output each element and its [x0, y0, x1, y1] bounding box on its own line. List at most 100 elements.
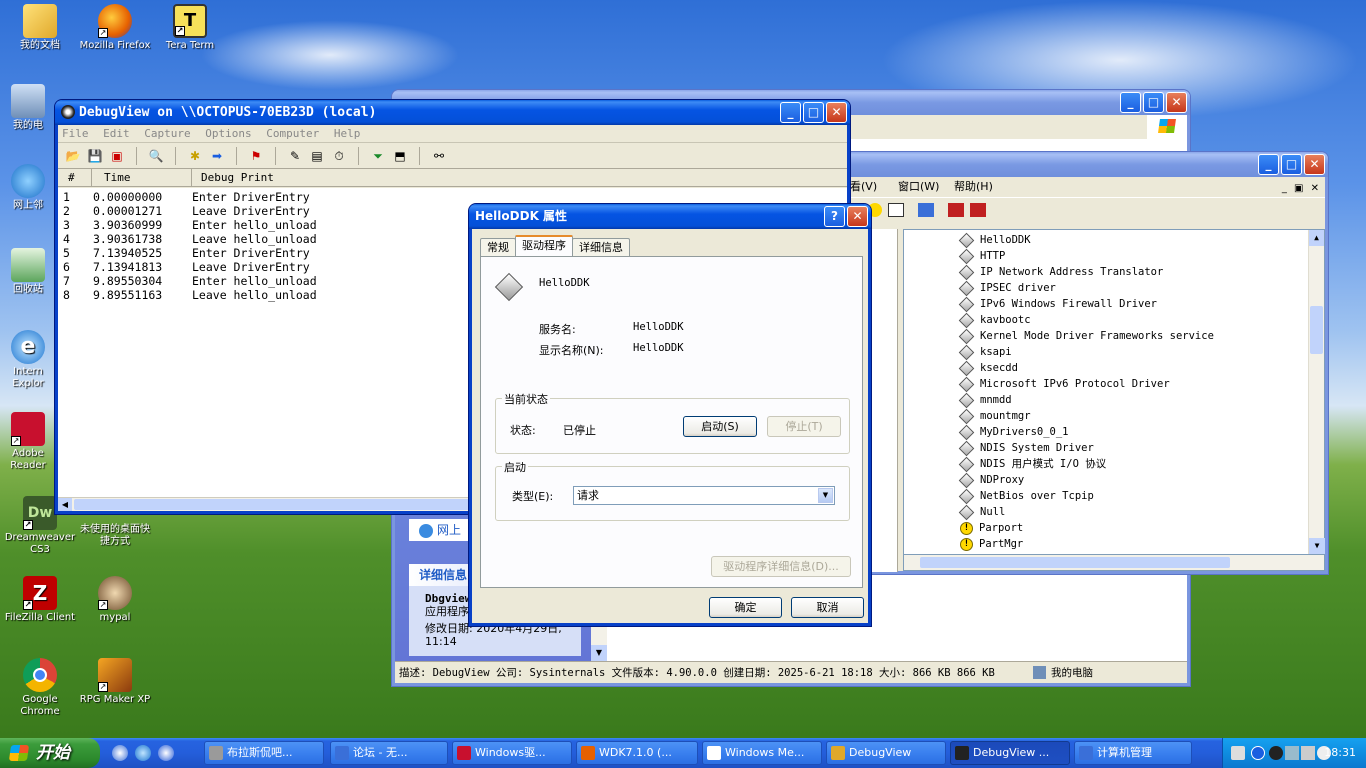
device-tree-item[interactable]: NDIS System Driver	[958, 440, 1214, 456]
dialog-titlebar[interactable]: HelloDDK 属性 ? ✕	[469, 204, 871, 229]
highlight-icon[interactable]: ✎	[286, 147, 304, 165]
device-manager-window[interactable]: _ □ ✕ 看(V) 窗口(W) 帮助(H) _ ▣ ✕ HelloDDK HTT…	[848, 152, 1328, 574]
menu-help[interactable]: Help	[334, 127, 361, 140]
close-button[interactable]: ✕	[1166, 92, 1187, 113]
device-tree-item[interactable]: Kernel Mode Driver Frameworks service	[958, 328, 1214, 344]
tab-details[interactable]: 详细信息	[572, 238, 630, 256]
taskbar-button[interactable]: WDK7.1.0 (...	[576, 741, 698, 765]
forward-icon[interactable]: ➡	[208, 147, 226, 165]
find-icon[interactable]: 🔍	[147, 147, 165, 165]
device-tree-item[interactable]: Microsoft IPv6 Protocol Driver	[958, 376, 1214, 392]
clear-icon[interactable]: ▣	[108, 147, 126, 165]
minimize-button[interactable]: _	[1258, 154, 1279, 175]
scan-hardware-icon[interactable]	[918, 203, 934, 217]
maximize-button[interactable]: □	[1143, 92, 1164, 113]
desktop-icon-my-documents[interactable]: 我的文档	[2, 4, 78, 52]
taskbar-button[interactable]: 论坛 - 无...	[330, 741, 448, 765]
open-icon[interactable]: 📂	[64, 147, 82, 165]
column-time[interactable]: Time	[92, 169, 192, 186]
device-tree-item[interactable]: ksecdd	[958, 360, 1214, 376]
device-tree-item[interactable]: IP Network Address Translator	[958, 264, 1214, 280]
device-tree-item[interactable]: HelloDDK	[958, 232, 1214, 248]
close-button[interactable]: ✕	[847, 206, 868, 227]
ie-quicklaunch-icon[interactable]	[135, 745, 151, 761]
device-tree-item[interactable]: Null	[958, 504, 1214, 520]
device-tree-item[interactable]: NetBios over Tcpip	[958, 488, 1214, 504]
startup-type-select[interactable]: 请求 ▼	[573, 486, 835, 505]
options-icon[interactable]: ▤	[308, 147, 326, 165]
minimize-button[interactable]: _	[1120, 92, 1141, 113]
device-tree-item[interactable]: ! PartMgr	[958, 536, 1214, 552]
device-tree-item[interactable]: ! Parport	[958, 520, 1214, 536]
desktop-icon-recycle-bin[interactable]: 回收站	[2, 248, 54, 296]
menu-capture[interactable]: Capture	[144, 127, 190, 140]
device-tree-item[interactable]: MyDrivers0_0_1	[958, 424, 1214, 440]
clock[interactable]: 18:31	[1324, 738, 1356, 768]
expand-tray-icon[interactable]	[1251, 746, 1265, 760]
stop-button[interactable]: 停止(T)	[767, 416, 841, 437]
device-tree-item[interactable]: HTTP	[958, 248, 1214, 264]
keyboard-icon[interactable]	[1231, 746, 1245, 760]
menu-view[interactable]: 看(V)	[850, 177, 877, 197]
desktop-icon-ie[interactable]: e Intern Explor	[2, 330, 54, 390]
disable-icon[interactable]	[970, 203, 986, 217]
media-player-quicklaunch-icon[interactable]	[158, 745, 174, 761]
maximize-button[interactable]: □	[1281, 154, 1302, 175]
start-button[interactable]: 开始	[0, 738, 100, 768]
tab-driver[interactable]: 驱动程序	[515, 235, 573, 256]
scroll-left-icon[interactable]: ◀	[58, 498, 72, 511]
menu-computer[interactable]: Computer	[266, 127, 319, 140]
device-tree-item[interactable]: mountmgr	[958, 408, 1214, 424]
taskbar-button[interactable]: DebugView ...	[950, 741, 1070, 765]
device-tree-item[interactable]: IPSEC driver	[958, 280, 1214, 296]
volume-icon[interactable]	[1301, 746, 1315, 760]
device-tree-item[interactable]: IPv6 Windows Firewall Driver	[958, 296, 1214, 312]
properties-dialog[interactable]: HelloDDK 属性 ? ✕ 常规 驱动程序 详细信息 HelloDDK 服务…	[469, 204, 871, 626]
ok-button[interactable]: 确定	[709, 597, 782, 618]
maximize-button[interactable]: □	[803, 102, 824, 123]
taskbar-button[interactable]: 布拉斯侃吧...	[204, 741, 324, 765]
desktop-icon-network[interactable]: 网上邻	[2, 164, 54, 212]
network-tray-icon[interactable]	[1285, 746, 1299, 760]
driver-details-button[interactable]: 驱动程序详细信息(D)...	[711, 556, 851, 577]
mdi-controls[interactable]: _ ▣ ✕	[1282, 179, 1321, 199]
column-debug-print[interactable]: Debug Print	[192, 169, 847, 186]
desktop-icon-firefox[interactable]: ↗ Mozilla Firefox	[77, 4, 153, 52]
device-tree-item[interactable]: mnmdd	[958, 392, 1214, 408]
close-button[interactable]: ✕	[826, 102, 847, 123]
menu-options[interactable]: Options	[205, 127, 251, 140]
filter-icon[interactable]: ⏷	[369, 147, 387, 165]
tree-vertical-scrollbar[interactable]: ▲ ▼	[1308, 230, 1325, 554]
chevron-down-icon[interactable]: ▼	[818, 488, 833, 503]
desktop-icon-rpg-maker[interactable]: ↗ RPG Maker XP	[77, 658, 153, 706]
scroll-down-icon[interactable]: ▼	[1309, 538, 1325, 554]
device-manager-titlebar[interactable]: _ □ ✕	[848, 152, 1328, 177]
binoculars-icon[interactable]: ⚯	[430, 147, 448, 165]
taskbar-button[interactable]: DebugView	[826, 741, 946, 765]
save-icon[interactable]: 💾	[86, 147, 104, 165]
tab-general[interactable]: 常规	[480, 238, 516, 256]
taskbar-button[interactable]: Windows驱...	[452, 741, 572, 765]
minimize-button[interactable]: _	[780, 102, 801, 123]
menu-file[interactable]: File	[62, 127, 89, 140]
device-tree-item[interactable]: NDIS 用户模式 I/O 协议	[958, 456, 1214, 472]
menu-window[interactable]: 窗口(W)	[898, 177, 939, 197]
cancel-button[interactable]: 取消	[791, 597, 864, 618]
capture-kernel-icon[interactable]: ⚑	[247, 147, 265, 165]
log-row[interactable]: 1 0.00000000 Enter DriverEntry	[58, 190, 847, 204]
taskbar-button[interactable]: 计算机管理	[1074, 741, 1192, 765]
desktop-icon-adobe-reader[interactable]: ↗ Adobe Reader	[2, 412, 54, 472]
close-button[interactable]: ✕	[1304, 154, 1325, 175]
scroll-thumb[interactable]	[920, 557, 1230, 568]
clock-icon[interactable]: ⏱	[330, 147, 348, 165]
device-tree-item[interactable]: NDProxy	[958, 472, 1214, 488]
scroll-down-icon[interactable]: ▼	[591, 645, 607, 661]
desktop-icon-chrome[interactable]: Google Chrome	[2, 658, 78, 718]
desktop-icon-my-computer[interactable]: 我的电	[2, 84, 54, 132]
device-tree-item[interactable]: kavbootc	[958, 312, 1214, 328]
desktop-icon-mypal[interactable]: ↗ mypal	[77, 576, 153, 624]
show-desktop-icon[interactable]	[112, 745, 128, 761]
column-number[interactable]: #	[58, 169, 92, 186]
tree-horizontal-scrollbar[interactable]	[903, 555, 1325, 571]
uninstall-icon[interactable]	[948, 203, 964, 217]
